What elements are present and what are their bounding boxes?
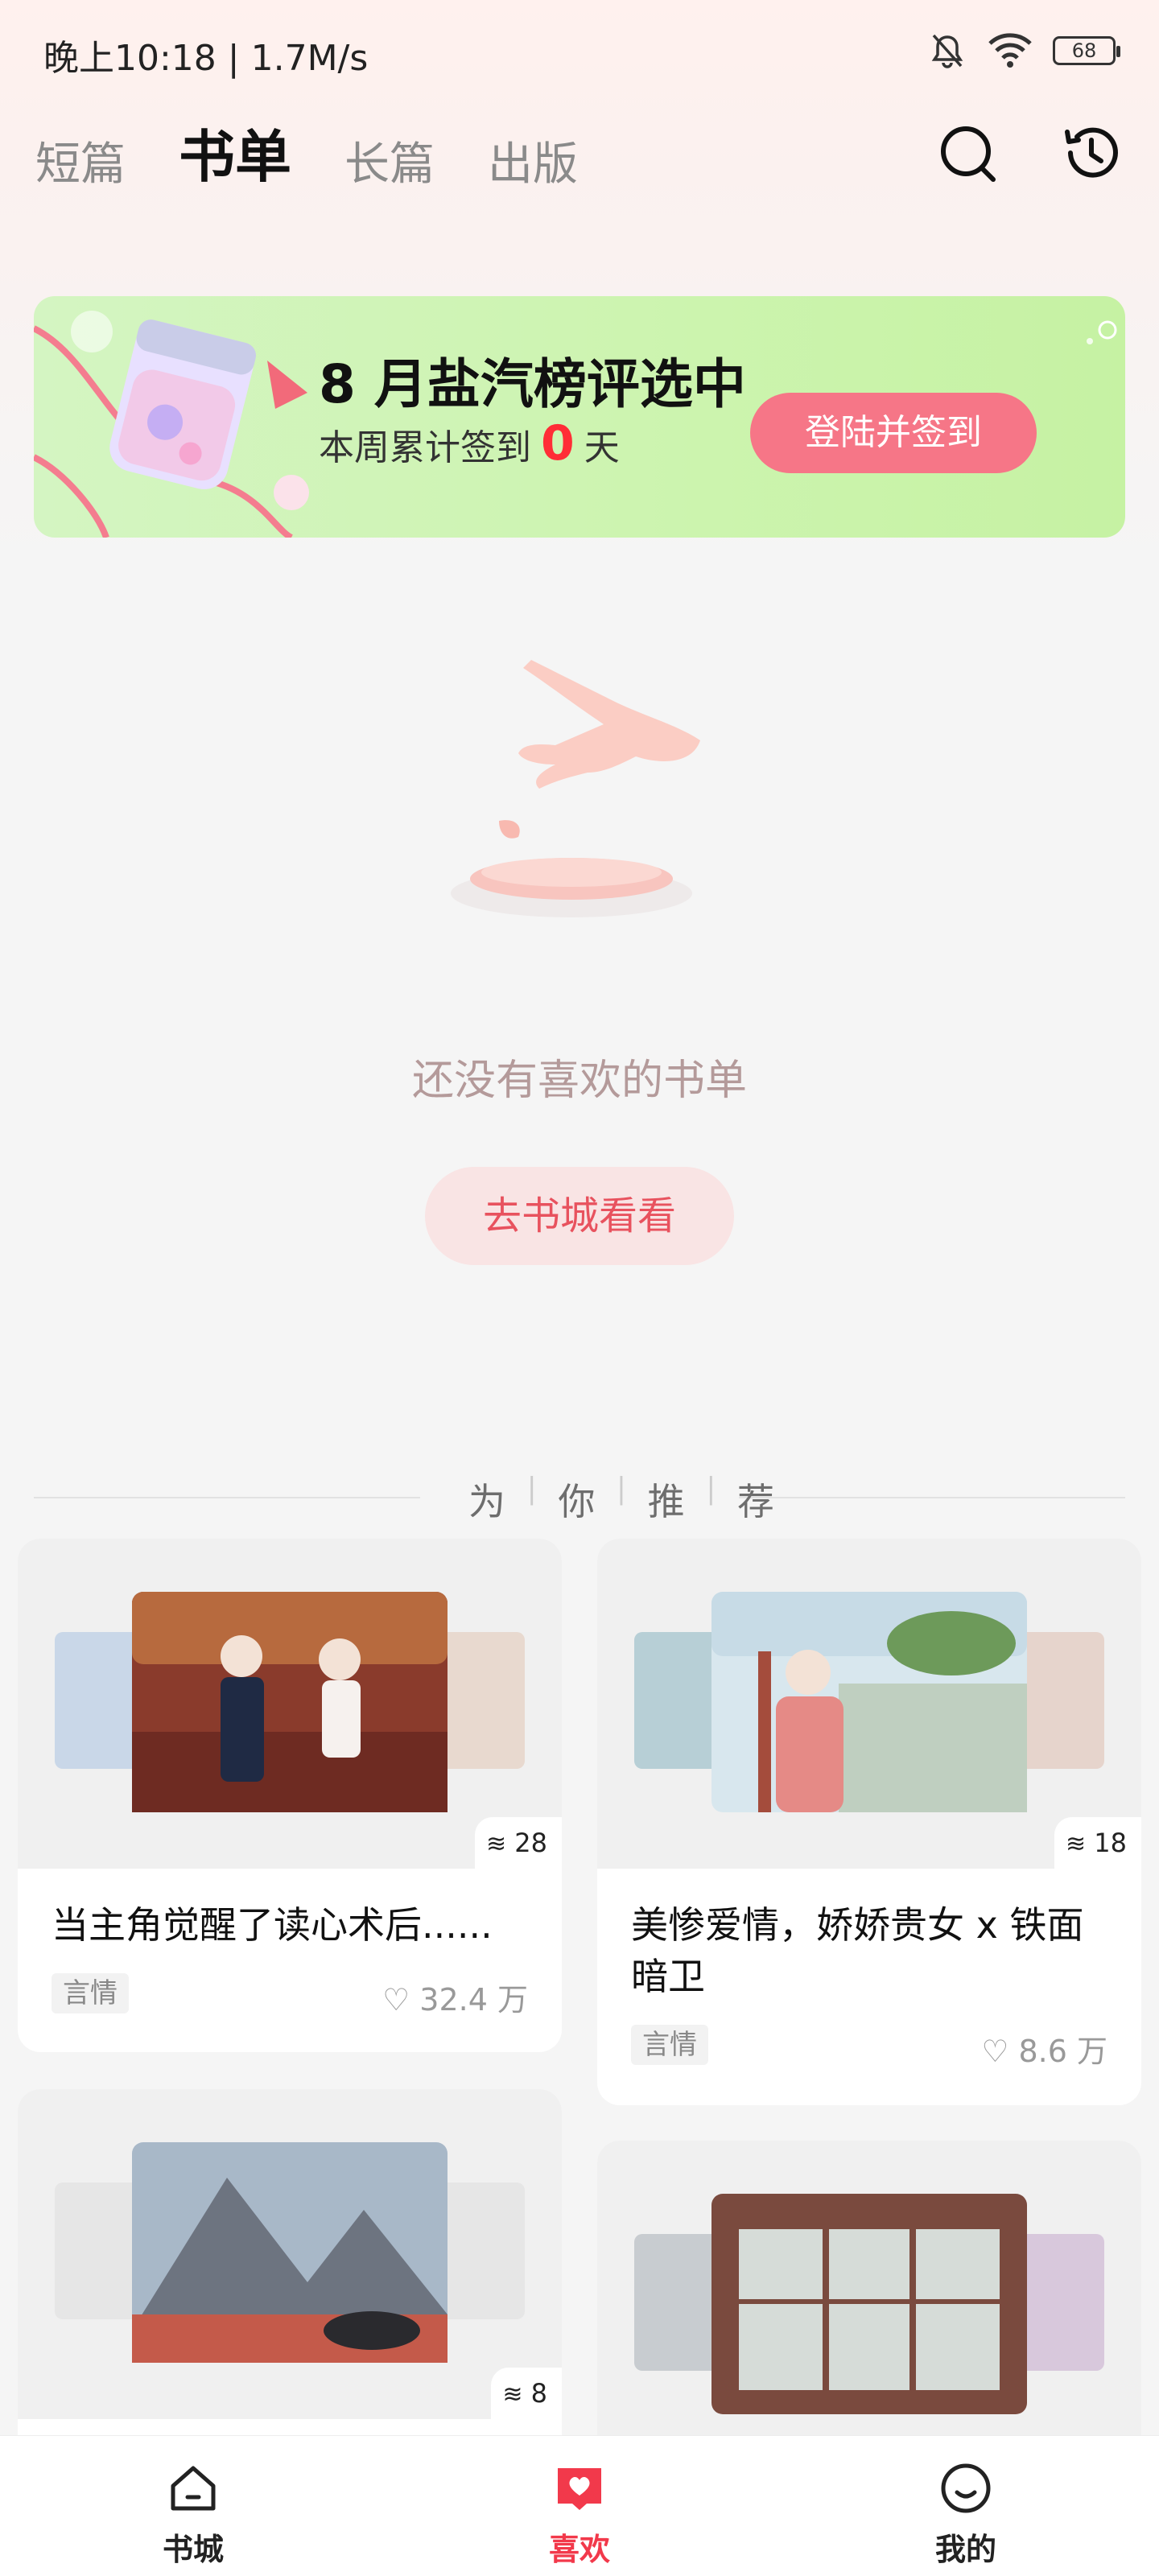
status-bar: 晚上10:18 | 1.7M/s 68	[0, 0, 1159, 105]
card-cover-stack	[634, 1592, 1104, 1812]
heart-outline-icon: ♡	[981, 2034, 1009, 2069]
card-tag: 言情	[631, 2025, 708, 2065]
card-likes: ♡ 32.4 万	[382, 1975, 528, 2019]
nav-favorites[interactable]: 喜欢	[499, 2436, 660, 2569]
empty-state-text: 还没有喜欢的书单	[411, 1057, 747, 1105]
recommend-separator: |	[526, 1473, 537, 1506]
soda-can-illustration	[34, 311, 309, 538]
layers-icon: ≋	[485, 1830, 507, 1858]
home-icon	[171, 2466, 216, 2511]
card-cover-stack	[634, 2194, 1104, 2414]
card-tag: 言情	[52, 1973, 129, 2013]
divider-left	[34, 1497, 420, 1498]
nav-mine-label: 我的	[934, 2532, 996, 2567]
card-cover-area	[597, 2141, 1141, 2471]
layers-icon: ≋	[502, 2380, 523, 2409]
nav-favorites-label: 喜欢	[548, 2532, 610, 2567]
recommend-char: 为	[468, 1480, 505, 1523]
card-book-count: ≋ 28	[474, 1817, 562, 1869]
card-cover-stack	[55, 2142, 525, 2363]
recommend-separator: |	[706, 1473, 716, 1506]
card-likes-value: 8.6 万	[1018, 2034, 1107, 2069]
heart-outline-icon: ♡	[382, 1982, 410, 2018]
card-book-count: ≋ 18	[1054, 1817, 1141, 1869]
top-tab-bar: 短篇 书单 长篇 出版	[35, 121, 631, 193]
recommend-char: 荐	[736, 1480, 774, 1523]
nav-bookstore[interactable]: 书城	[113, 2436, 274, 2569]
battery-indicator: 68	[1053, 36, 1120, 65]
tab-long[interactable]: 长篇	[344, 128, 435, 193]
mute-bell-icon	[931, 34, 963, 68]
recommend-separator: |	[616, 1473, 627, 1506]
empty-hand-plate-illustration	[451, 660, 700, 917]
login-checkin-button[interactable]: 登陆并签到	[750, 393, 1037, 473]
tab-booklist-label: 书单	[179, 123, 291, 190]
banner-subtitle: 本周累计签到 0 天	[319, 415, 620, 472]
banner-title: 8 月盐汽榜评选中	[319, 353, 746, 415]
card-count-value: 18	[1094, 1828, 1127, 1858]
recommend-char: 你	[558, 1480, 596, 1523]
recommend-header: 为 | 你 | 推 | 荐	[34, 1473, 1125, 1523]
nav-mine[interactable]: 我的	[885, 2436, 1046, 2569]
divider-right	[739, 1497, 1125, 1498]
card-count-value: 8	[530, 2378, 547, 2409]
tab-short[interactable]: 短篇	[35, 128, 126, 193]
layers-icon: ≋	[1065, 1830, 1087, 1858]
card-likes: ♡ 8.6 万	[981, 2026, 1107, 2071]
recommend-char: 推	[647, 1480, 685, 1523]
banner-sub-prefix: 本周累计签到	[319, 427, 531, 468]
bottom-nav: 书城 喜欢 我的	[0, 2435, 1159, 2576]
status-time: 晚上10:18 | 1.7M/s	[43, 38, 369, 79]
booklist-card[interactable]: ≋ 18 美惨爱情，娇娇贵女 x 铁面暗卫 言情 ♡ 8.6 万	[597, 1539, 1141, 2105]
tab-booklist[interactable]: 书单	[179, 112, 304, 193]
card-cover-area	[597, 1539, 1141, 1869]
wifi-icon	[988, 33, 1032, 68]
go-bookstore-button[interactable]: 去书城看看	[425, 1167, 734, 1265]
heart-icon	[558, 2468, 601, 2510]
card-title: 当主角觉醒了读心术后......	[52, 1903, 493, 1947]
card-count-value: 28	[514, 1828, 547, 1858]
booklist-card[interactable]: ≋ 28 当主角觉醒了读心术后...... 言情 ♡ 32.4 万	[18, 1539, 562, 2052]
profile-icon	[941, 2463, 991, 2513]
card-title: 美惨爱情，娇娇贵女 x 铁面暗卫	[631, 1903, 1084, 1998]
banner-sub-suffix: 天	[584, 427, 620, 468]
checkin-banner[interactable]: 8 月盐汽榜评选中 本周累计签到 0 天 登陆并签到	[34, 296, 1125, 538]
card-likes-value: 32.4 万	[419, 1982, 528, 2018]
booklist-card[interactable]: ≋ 8	[18, 2089, 562, 2492]
recommend-title: 为 | 你 | 推 | 荐	[468, 1473, 774, 1526]
tab-publish[interactable]: 出版	[488, 128, 578, 193]
nav-bookstore-label: 书城	[162, 2532, 224, 2567]
status-icons: 68	[927, 31, 1120, 71]
history-icon[interactable]	[1059, 121, 1124, 185]
banner-checkin-count: 0	[541, 415, 575, 472]
card-cover-area	[18, 2089, 562, 2419]
search-icon[interactable]	[937, 121, 1001, 185]
sparkle-decoration	[1087, 320, 1117, 344]
card-book-count: ≋ 8	[491, 2368, 562, 2419]
card-cover-stack	[55, 1592, 525, 1812]
card-cover-area	[18, 1539, 562, 1869]
